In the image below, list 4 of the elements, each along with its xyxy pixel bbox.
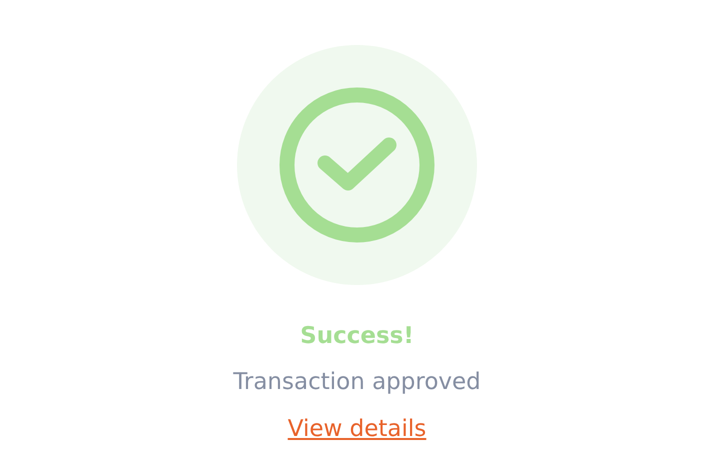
- view-details-link[interactable]: View details: [288, 414, 426, 444]
- success-check-icon: [237, 45, 477, 285]
- status-message: Transaction approved: [233, 368, 481, 397]
- success-title: Success!: [300, 322, 414, 351]
